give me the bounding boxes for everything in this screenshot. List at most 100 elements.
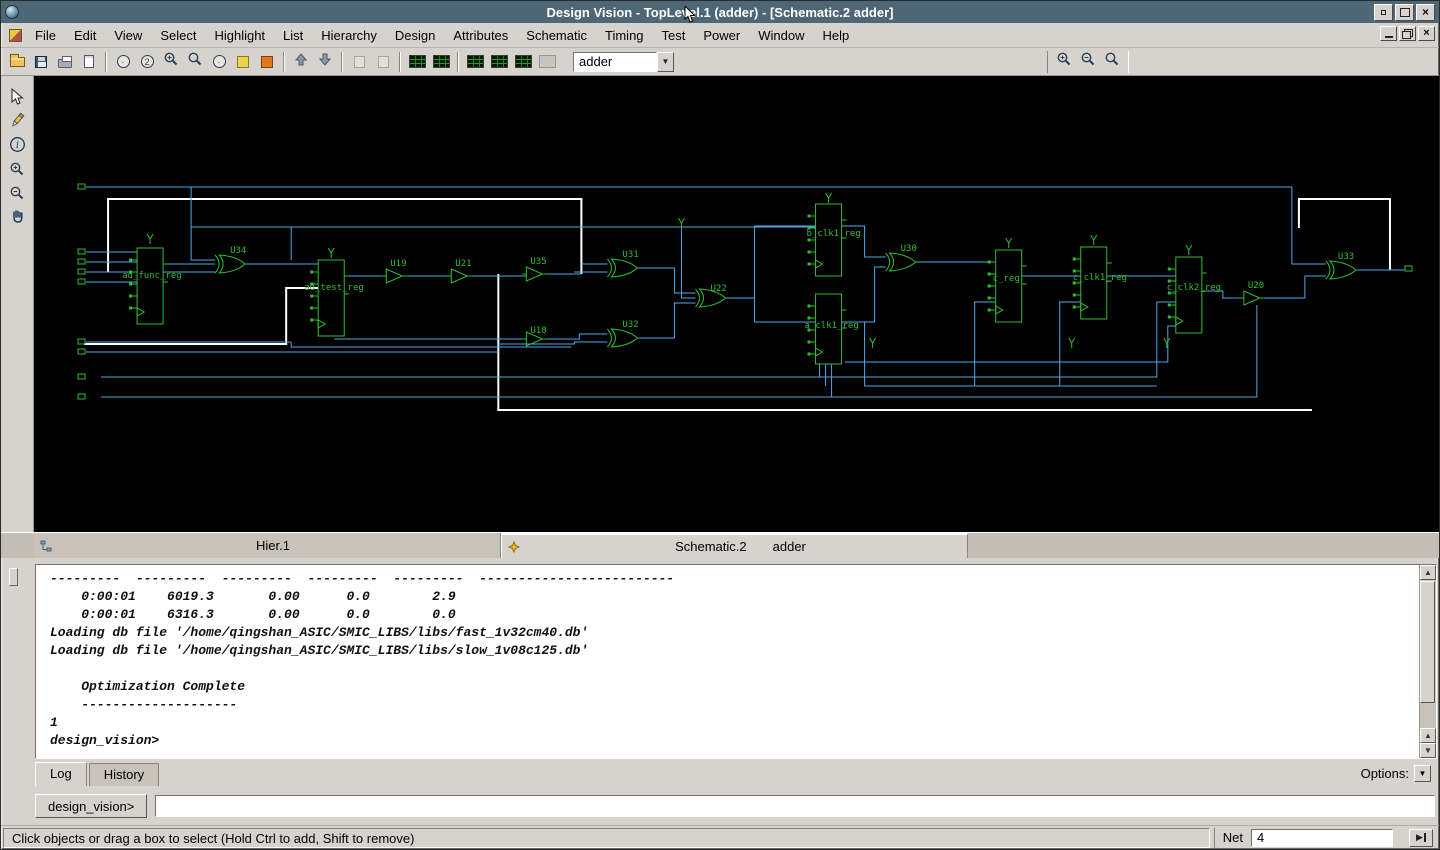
pan-tool[interactable] (6, 210, 28, 228)
component-a_clk1_reg[interactable]: a_clk1_reg (805, 293, 859, 365)
options-control[interactable]: Options: ▼ (1361, 765, 1431, 782)
component-U19[interactable]: U19 (382, 259, 407, 284)
menu-power[interactable]: Power (694, 24, 749, 47)
menu-edit[interactable]: Edit (65, 24, 105, 47)
move-up-hier-button[interactable] (289, 51, 313, 73)
menu-timing[interactable]: Timing (596, 24, 653, 47)
component-c_reg[interactable]: c_reg (987, 249, 1027, 323)
child-restore-button[interactable] (1399, 26, 1416, 41)
component-ad_func_reg[interactable]: ad_func_reg (122, 247, 182, 325)
zoom-prev-button[interactable]: · (207, 51, 231, 73)
print-button[interactable] (53, 51, 77, 73)
child-close-button[interactable]: × (1418, 26, 1435, 41)
log-scrollbar[interactable]: ▲ ▲ ▼ (1419, 565, 1436, 758)
zoom-in-tool[interactable] (6, 162, 28, 180)
window-minimize-button[interactable] (1374, 3, 1393, 21)
save-session-button[interactable] (77, 51, 101, 73)
menu-attributes[interactable]: Attributes (444, 24, 517, 47)
schematic-nets[interactable] (84, 186, 1405, 411)
select-tool[interactable] (6, 87, 28, 108)
scroll-up2-button[interactable]: ▲ (1420, 728, 1436, 743)
zoom-full-button[interactable] (183, 51, 207, 73)
view-tab-2[interactable]: Schematic.2 adder (501, 533, 968, 558)
menu-list[interactable]: List (274, 24, 312, 47)
toolbar-separator (399, 51, 401, 72)
zoom-out-tool[interactable] (6, 186, 28, 204)
titlebar[interactable]: Design Vision - TopLevel.1 (adder) - [Sc… (1, 1, 1439, 23)
view-tab-1[interactable]: Hier.1 (34, 533, 501, 558)
menu-test[interactable]: Test (653, 24, 695, 47)
view-zoom-out-button[interactable] (1076, 51, 1100, 73)
options-dropdown-button[interactable]: ▼ (1414, 765, 1431, 782)
menu-window[interactable]: Window (749, 24, 813, 47)
drawing-toolbar: i (1, 76, 34, 532)
net-label: Net (1222, 830, 1243, 845)
component-U33[interactable]: U33 (1325, 252, 1357, 280)
menu-view[interactable]: View (105, 24, 151, 47)
draw-tool[interactable] (6, 112, 28, 132)
net-input[interactable] (1251, 828, 1393, 847)
menu-highlight[interactable]: Highlight (205, 24, 274, 47)
command-input[interactable] (155, 795, 1435, 817)
component-c_clk1_reg[interactable]: c_clk1_reg (1072, 246, 1127, 320)
zoom-2x-button[interactable]: 2 (135, 51, 159, 73)
scrollbar-track[interactable] (1420, 580, 1436, 728)
splitter-grip[interactable] (9, 568, 18, 586)
component-U30[interactable]: U30 (885, 244, 917, 272)
component-b_clk1_reg[interactable]: b_clk1_reg (807, 203, 861, 277)
info-tool[interactable]: i (6, 137, 28, 156)
arrow-up-icon: ▲ (1424, 731, 1432, 740)
design-select-dropdown-button[interactable]: ▼ (657, 51, 674, 72)
move-down-hier-button[interactable] (313, 51, 337, 73)
component-U20[interactable]: U20 (1239, 281, 1264, 306)
net-next-button[interactable]: ▶ (1409, 828, 1433, 847)
console-tab-log[interactable]: Log (35, 762, 87, 786)
menu-schematic[interactable]: Schematic (517, 24, 596, 47)
component-U35[interactable]: U35 (522, 257, 547, 282)
redraw-button[interactable]: · (111, 51, 135, 73)
view-zoom-fit-button[interactable] (1100, 51, 1124, 73)
window-maximize-button[interactable] (1395, 3, 1414, 21)
component-ad_test_reg[interactable]: ad_test_reg (304, 259, 364, 337)
menu-hierarchy[interactable]: Hierarchy (312, 24, 386, 47)
scroll-down-button[interactable]: ▼ (1420, 743, 1436, 758)
save-button[interactable] (29, 51, 53, 73)
zoom-prev-icon: · (212, 55, 226, 68)
undo-button[interactable] (347, 51, 371, 73)
menu-help[interactable]: Help (813, 24, 858, 47)
child-minimize-button[interactable] (1380, 26, 1397, 41)
timing-view-button[interactable] (511, 51, 535, 73)
schematic-canvas[interactable]: ad_func_reg ad_test_reg b_clk1_reg a_clk1_r… (34, 76, 1439, 532)
print-icon (58, 55, 72, 68)
window-close-button[interactable]: × (1416, 3, 1435, 21)
component-U22[interactable]: U22 (695, 284, 727, 308)
open-button[interactable] (5, 51, 29, 73)
app-icon (9, 28, 22, 42)
component-c_clk2_reg[interactable]: c_clk2_reg (1167, 256, 1221, 334)
menu-design[interactable]: Design (386, 24, 444, 47)
view-zoom-in-button[interactable] (1052, 51, 1076, 73)
component-U34[interactable]: U34 (214, 246, 246, 274)
component-U31[interactable]: U31 (607, 250, 639, 278)
design-select[interactable]: adder ▼ (573, 51, 674, 72)
log-output[interactable]: --------- --------- --------- --------- … (35, 564, 1437, 759)
design-select-value[interactable]: adder (573, 51, 657, 72)
zoom-area-button[interactable] (159, 51, 183, 73)
design-view-button[interactable] (405, 51, 429, 73)
scroll-up-button[interactable]: ▲ (1420, 565, 1436, 580)
hier-schematic-view-button[interactable] (487, 51, 511, 73)
create-rect-button[interactable] (231, 51, 255, 73)
menu-file[interactable]: File (26, 24, 65, 47)
component-U21[interactable]: U21 (447, 259, 472, 284)
redo-button[interactable] (371, 51, 395, 73)
symbol-view-button[interactable] (429, 51, 453, 73)
disabled-view-button[interactable] (535, 51, 559, 73)
scrollbar-thumb[interactable] (1420, 581, 1435, 703)
highlight-button[interactable] (255, 51, 279, 73)
component-U32[interactable]: U32 (607, 320, 639, 348)
component-U18[interactable]: U18 (522, 326, 547, 347)
schematic-view-button[interactable] (463, 51, 487, 73)
menu-select[interactable]: Select (151, 24, 205, 47)
console-tab-history[interactable]: History (88, 763, 160, 786)
window-menu-icon[interactable] (5, 5, 19, 19)
